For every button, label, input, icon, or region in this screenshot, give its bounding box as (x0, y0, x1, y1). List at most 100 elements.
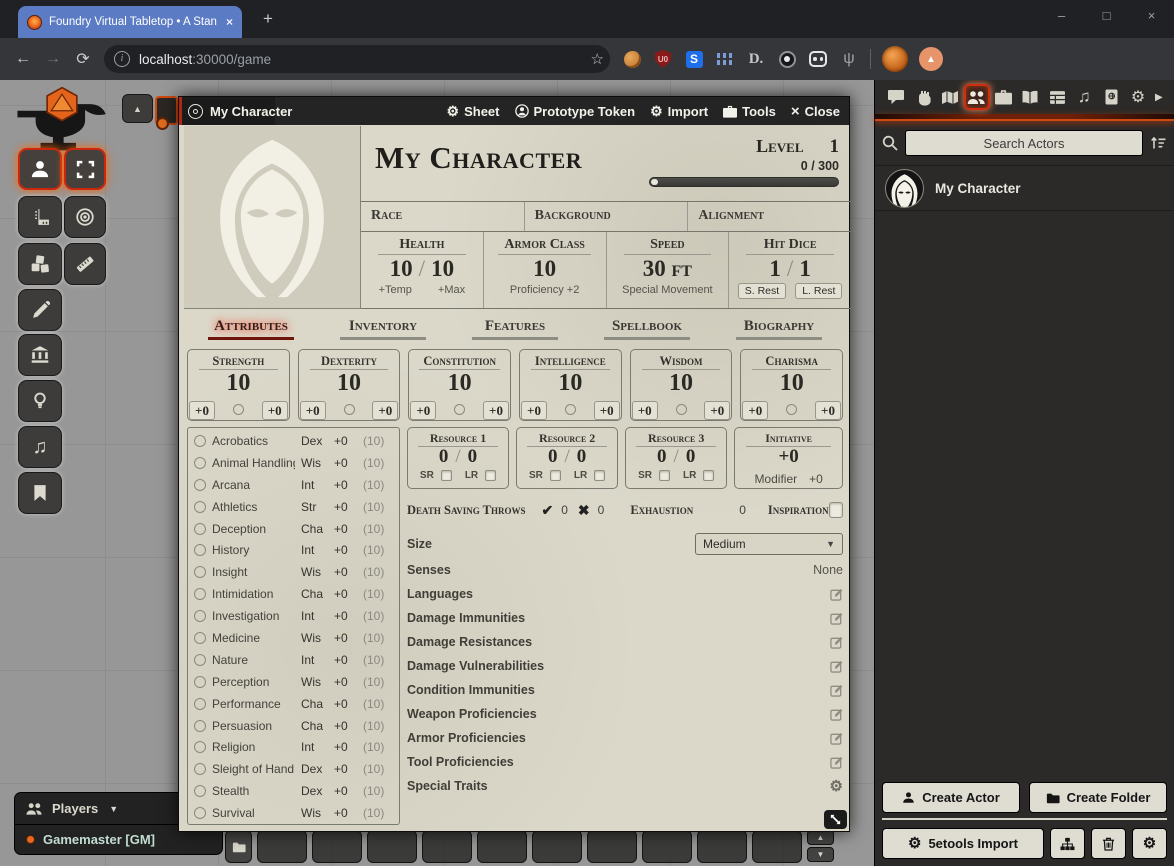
resource-label[interactable]: Resource 1 (418, 431, 498, 447)
site-info-icon[interactable]: i (114, 51, 130, 67)
ability-block[interactable]: Dexterity 10 +0 +0 (298, 349, 401, 421)
skill-name[interactable]: Athletics (212, 500, 295, 514)
skill-name[interactable]: Perception (212, 675, 295, 689)
character-name[interactable]: My Character (375, 136, 649, 201)
ruler-tool-button[interactable] (64, 243, 106, 285)
skill-row[interactable]: Athletics Str +0 (10) (194, 496, 393, 518)
edit-icon[interactable] (830, 612, 843, 625)
death-save-failures[interactable]: 0 (590, 503, 615, 517)
create-actor-button[interactable]: Create Actor (882, 782, 1020, 813)
skill-proficiency-radio[interactable] (194, 763, 206, 775)
reload-button[interactable]: ⟳ (68, 49, 98, 69)
skill-proficiency-radio[interactable] (194, 720, 206, 732)
skill-name[interactable]: Survival (212, 806, 295, 820)
sr-checkbox[interactable] (441, 470, 452, 481)
macro-slot[interactable] (257, 830, 307, 863)
macro-folder-button[interactable] (225, 830, 252, 863)
skill-proficiency-radio[interactable] (194, 654, 206, 666)
alignment-field[interactable]: Alignment (688, 202, 851, 231)
ability-block[interactable]: Intelligence 10 +0 +0 (519, 349, 622, 421)
skill-row[interactable]: Intimidation Cha +0 (10) (194, 583, 393, 605)
ability-save[interactable]: +0 (632, 401, 658, 420)
lr-checkbox[interactable] (485, 470, 496, 481)
success-check-icon[interactable]: ✔ (542, 502, 554, 519)
speed-stat[interactable]: Speed 30 ft Special Movement (607, 232, 730, 308)
ability-block[interactable]: Charisma 10 +0 +0 (740, 349, 843, 421)
skill-name[interactable]: History (212, 543, 295, 557)
resource-value[interactable]: 0 (439, 446, 449, 467)
hit-dice-stat[interactable]: Hit Dice 1/1 S. Rest L. Rest (729, 232, 851, 308)
skill-name[interactable]: Animal Handling (212, 456, 295, 470)
character-portrait[interactable] (184, 126, 361, 309)
tab-compendium[interactable] (1098, 84, 1124, 110)
session-extension-icon[interactable]: S (684, 49, 704, 69)
update-chrome-button[interactable]: ▲ (919, 47, 943, 71)
skill-proficiency-radio[interactable] (194, 807, 206, 819)
robot-extension-icon[interactable] (808, 49, 828, 69)
back-button[interactable]: ← (8, 50, 38, 68)
tab-combat[interactable] (910, 84, 936, 110)
skill-proficiency-radio[interactable] (194, 588, 206, 600)
senses-value[interactable]: None (813, 563, 843, 577)
dice-roller-button[interactable] (18, 243, 62, 285)
macro-slot[interactable] (367, 830, 417, 863)
skill-name[interactable]: Sleight of Hand (212, 762, 295, 776)
resource-max[interactable]: 0 (686, 446, 696, 467)
size-select[interactable]: Medium ▼ (695, 533, 843, 555)
failure-cross-icon[interactable]: ✖ (578, 502, 590, 519)
skill-proficiency-radio[interactable] (194, 610, 206, 622)
skill-row[interactable]: History Int +0 (10) (194, 539, 393, 561)
cookie-extension-icon[interactable] (622, 49, 642, 69)
bookmark-star-icon[interactable]: ☆ (591, 50, 604, 68)
skill-proficiency-radio[interactable] (194, 523, 206, 535)
tab-close-icon[interactable]: × (226, 15, 233, 29)
ability-save[interactable]: +0 (189, 401, 215, 420)
skill-proficiency-radio[interactable] (194, 457, 206, 469)
target-tool-button[interactable] (64, 196, 106, 238)
edit-icon[interactable] (830, 636, 843, 649)
save-proficiency-radio[interactable] (233, 404, 244, 415)
sidebar-expand-button[interactable]: ▶ (1152, 84, 1166, 110)
tab-actors[interactable] (964, 84, 990, 110)
import-button[interactable]: ⚙Import (650, 104, 708, 119)
initiative-block[interactable]: Initiative +0 Modifier+0 (734, 427, 843, 489)
skill-proficiency-radio[interactable] (194, 698, 206, 710)
edit-icon[interactable] (830, 588, 843, 601)
save-proficiency-radio[interactable] (565, 404, 576, 415)
level-value[interactable]: 1 (830, 136, 840, 158)
toolbar-collapse-button[interactable]: ▲ (122, 94, 153, 123)
token-controls-button[interactable] (18, 148, 62, 190)
tools-button[interactable]: Tools (723, 104, 776, 119)
drawing-tools-button[interactable] (18, 289, 62, 331)
window-minimize-button[interactable]: – (1039, 0, 1084, 34)
macro-slot[interactable] (697, 830, 747, 863)
hotbar-page-down-button[interactable]: ▼ (807, 847, 834, 862)
close-window-button[interactable]: ×Close (791, 103, 840, 120)
ability-save[interactable]: +0 (521, 401, 547, 420)
skill-row[interactable]: Performance Cha +0 (10) (194, 693, 393, 715)
ability-score[interactable]: 10 (409, 370, 510, 396)
select-tool-button[interactable] (64, 148, 106, 190)
skill-proficiency-radio[interactable] (194, 676, 206, 688)
macro-slot[interactable] (312, 830, 362, 863)
skill-row[interactable]: Medicine Wis +0 (10) (194, 627, 393, 649)
skill-row[interactable]: Investigation Int +0 (10) (194, 605, 393, 627)
folder-tree-button[interactable] (1050, 828, 1085, 859)
skill-name[interactable]: Persuasion (212, 719, 295, 733)
ability-block[interactable]: Constitution 10 +0 +0 (408, 349, 511, 421)
game-canvas[interactable]: ▲ ♫ Players ▼ (0, 80, 1174, 866)
skill-name[interactable]: Religion (212, 740, 295, 754)
ability-score[interactable]: 10 (188, 370, 289, 396)
sound-controls-button[interactable]: ♫ (18, 426, 62, 468)
tile-controls-button[interactable] (18, 334, 62, 376)
race-field[interactable]: Race (361, 202, 525, 231)
window-maximize-button[interactable]: □ (1084, 0, 1129, 34)
skill-name[interactable]: Investigation (212, 609, 295, 623)
resource-block[interactable]: Resource 1 0/0 SR LR (407, 427, 509, 489)
skill-row[interactable]: Religion Int +0 (10) (194, 736, 393, 758)
health-stat[interactable]: Health 10/10 +Temp+Max (361, 232, 484, 308)
5etools-import-button[interactable]: ⚙ 5etools Import (882, 828, 1044, 859)
address-bar[interactable]: i localhost:30000/game ☆ (104, 45, 610, 73)
lr-checkbox[interactable] (703, 470, 714, 481)
camera-extension-icon[interactable] (777, 49, 797, 69)
